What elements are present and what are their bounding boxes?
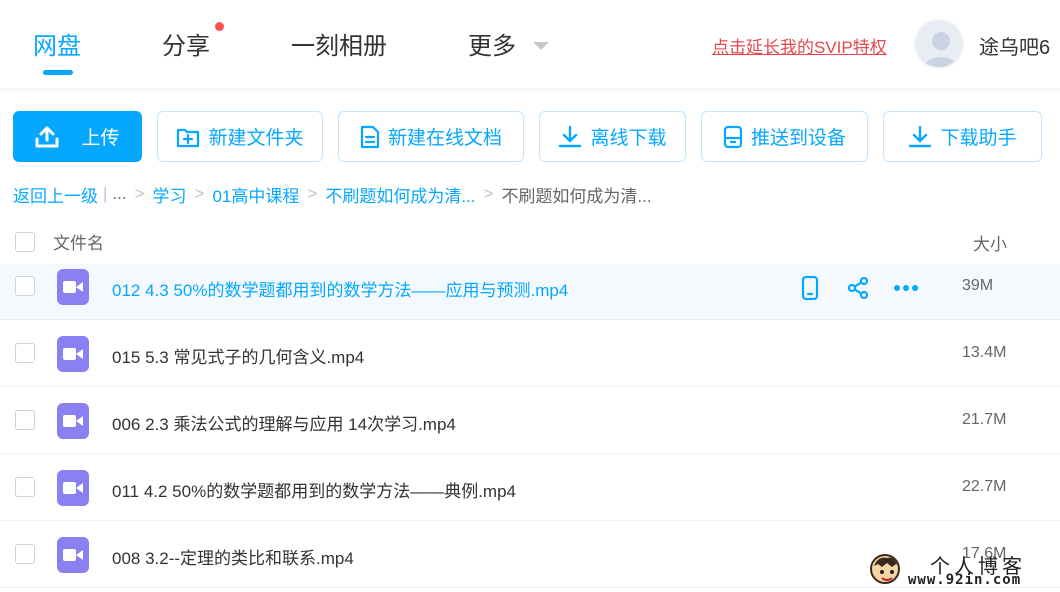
tab-share[interactable]: 分享 (162, 26, 210, 61)
video-file-icon (57, 336, 89, 372)
breadcrumb-separator: > (134, 184, 145, 203)
download-icon (558, 125, 582, 149)
file-name[interactable]: 015 5.3 常见式子的几何含义.mp4 (112, 343, 364, 368)
user-avatar-icon[interactable] (914, 19, 964, 69)
table-row[interactable]: 012 4.3 50%的数学题都用到的数学方法——应用与预测.mp4 39M (0, 264, 1060, 320)
table-row[interactable]: 015 5.3 常见式子的几何含义.mp4 13.4M (0, 320, 1060, 387)
username[interactable]: 途乌吧6 (979, 31, 1050, 60)
breadcrumb-current: 不刷题如何成为清... (501, 186, 652, 206)
file-name[interactable]: 011 4.2 50%的数学题都用到的数学方法——典例.mp4 (112, 477, 516, 502)
upload-label: 上传 (81, 128, 120, 149)
select-all-checkbox[interactable] (15, 232, 35, 252)
file-name[interactable]: 006 2.3 乘法公式的理解与应用 14次学习.mp4 (112, 410, 456, 435)
more-options-icon[interactable] (892, 274, 920, 302)
file-size: 21.7M (962, 411, 1007, 428)
active-tab-indicator (43, 70, 73, 75)
file-name[interactable]: 012 4.3 50%的数学题都用到的数学方法——应用与预测.mp4 (112, 276, 568, 301)
new-folder-label: 新建文件夹 (208, 128, 304, 149)
upload-icon (35, 126, 59, 148)
file-name[interactable]: 008 3.2--定理的类比和联系.mp4 (112, 544, 354, 569)
row-checkbox[interactable] (15, 343, 35, 363)
new-folder-button[interactable]: 新建文件夹 (157, 111, 323, 162)
breadcrumb-separator: > (194, 184, 205, 203)
share-icon[interactable] (844, 274, 872, 302)
download-helper-button[interactable]: 下载助手 (883, 111, 1042, 162)
tab-netdisk[interactable]: 网盘 (33, 26, 81, 61)
video-file-icon (57, 269, 89, 305)
top-navigation: 网盘 分享 一刻相册 更多 点击延长我的SVIP特权 途乌吧6 (0, 0, 1060, 90)
breadcrumb-item[interactable]: 学习 (153, 182, 187, 207)
column-header-filename[interactable]: 文件名 (53, 229, 104, 254)
breadcrumb-item[interactable]: 不刷题如何成为清... (325, 182, 475, 207)
cartoon-face-icon (870, 554, 900, 584)
breadcrumb-separator: > (307, 184, 318, 203)
breadcrumb-separator: > (483, 184, 494, 203)
row-checkbox[interactable] (15, 410, 35, 430)
row-checkbox[interactable] (15, 477, 35, 497)
column-header-size[interactable]: 大小 (973, 230, 1007, 255)
video-file-icon (57, 470, 89, 506)
blog-watermark: 个人博客 www.92in.com (864, 548, 1060, 592)
share-notification-badge (215, 22, 224, 31)
watermark-url: www.92in.com (908, 572, 1022, 588)
video-file-icon (57, 537, 89, 573)
svip-renew-link[interactable]: 点击延长我的SVIP特权 (712, 33, 887, 58)
netdisk-page: 网盘 分享 一刻相册 更多 点击延长我的SVIP特权 途乌吧6 上传 新建文件夹… (0, 0, 1060, 592)
device-icon (723, 125, 743, 149)
new-online-doc-label: 新建在线文档 (387, 128, 502, 149)
tab-more[interactable]: 更多 (468, 26, 516, 61)
row-checkbox[interactable] (15, 544, 35, 564)
file-size: 13.4M (962, 344, 1007, 361)
tab-photo-album[interactable]: 一刻相册 (291, 26, 387, 61)
document-icon (360, 125, 380, 149)
breadcrumb-item[interactable]: 01高中课程 (212, 182, 299, 207)
breadcrumb-back-link[interactable]: 返回上一级 (13, 182, 98, 207)
table-row[interactable]: 011 4.2 50%的数学题都用到的数学方法——典例.mp4 22.7M (0, 454, 1060, 521)
breadcrumb: 返回上一级 | ... > 学习 > 01高中课程 > 不刷题如何成为清... … (13, 182, 652, 206)
nav-divider (0, 88, 1060, 94)
new-online-doc-button[interactable]: 新建在线文档 (338, 111, 524, 162)
breadcrumb-ellipsis[interactable]: ... (112, 184, 126, 204)
push-to-device-button[interactable]: 推送到设备 (701, 111, 868, 162)
offline-download-label: 离线下载 (590, 128, 667, 149)
folder-plus-icon (176, 126, 200, 148)
download-icon (908, 125, 932, 149)
breadcrumb-divider: | (103, 184, 108, 203)
chevron-down-icon[interactable] (533, 42, 549, 50)
file-size: 39M (962, 277, 994, 294)
download-helper-label: 下载助手 (940, 128, 1017, 149)
row-checkbox[interactable] (15, 276, 35, 296)
push-to-device-label: 推送到设备 (750, 128, 846, 149)
phone-icon[interactable] (796, 274, 824, 302)
upload-button[interactable]: 上传 (13, 111, 142, 162)
file-size: 22.7M (962, 478, 1007, 495)
video-file-icon (57, 403, 89, 439)
table-row[interactable]: 006 2.3 乘法公式的理解与应用 14次学习.mp4 21.7M (0, 387, 1060, 454)
offline-download-button[interactable]: 离线下载 (539, 111, 686, 162)
